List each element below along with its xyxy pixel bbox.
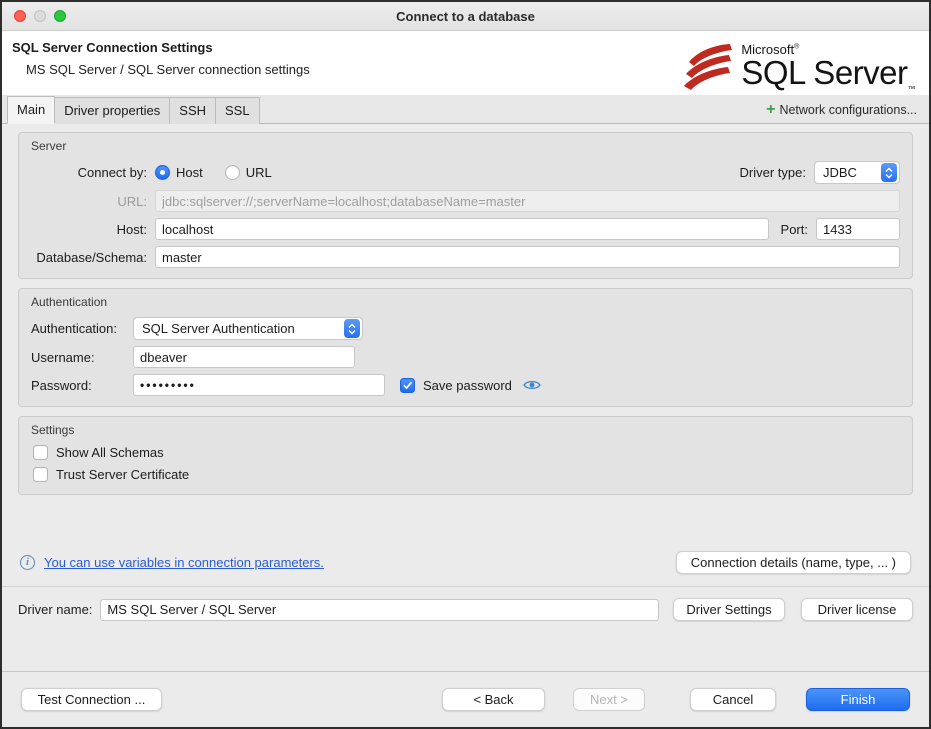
page-title: SQL Server Connection Settings bbox=[12, 40, 310, 55]
show-password-eye-icon[interactable] bbox=[523, 379, 541, 391]
url-row: URL: bbox=[31, 190, 900, 212]
connect-by-row: Connect by: Host URL Driver type: JDBC bbox=[31, 161, 900, 184]
driver-type-value: JDBC bbox=[823, 165, 881, 180]
show-all-schemas-row: Show All Schemas bbox=[33, 445, 900, 460]
trust-server-certificate-label[interactable]: Trust Server Certificate bbox=[56, 467, 189, 482]
settings-group-label: Settings bbox=[31, 423, 900, 437]
driver-settings-button[interactable]: Driver Settings bbox=[673, 598, 785, 621]
authentication-method-select[interactable]: SQL Server Authentication bbox=[133, 317, 363, 340]
titlebar: Connect to a database bbox=[2, 2, 929, 31]
username-label: Username: bbox=[31, 350, 133, 365]
url-label: URL: bbox=[31, 194, 147, 209]
logo-product: SQL Server™ bbox=[741, 56, 915, 94]
password-row: Password: Save password bbox=[31, 374, 900, 396]
settings-group: Settings Show All Schemas Trust Server C… bbox=[18, 416, 913, 495]
host-label: Host: bbox=[31, 222, 147, 237]
driver-name-row: Driver name: Driver Settings Driver lice… bbox=[18, 587, 913, 621]
connect-by-host-radio-label[interactable]: Host bbox=[176, 165, 203, 180]
sql-server-logo-text: Microsoft® SQL Server™ bbox=[741, 43, 915, 94]
save-password-checkbox[interactable] bbox=[400, 378, 415, 393]
window-controls bbox=[14, 2, 66, 30]
connect-by-url-radio-label[interactable]: URL bbox=[246, 165, 272, 180]
tab-ssl[interactable]: SSL bbox=[215, 97, 260, 124]
username-row: Username: bbox=[31, 346, 900, 368]
page-subtitle: MS SQL Server / SQL Server connection se… bbox=[26, 62, 310, 77]
connect-by-host-radio[interactable] bbox=[155, 165, 170, 180]
window-title: Connect to a database bbox=[396, 9, 535, 24]
save-password-wrap: Save password bbox=[400, 378, 512, 393]
show-all-schemas-checkbox[interactable] bbox=[33, 445, 48, 460]
port-label: Port: bbox=[781, 222, 808, 237]
plus-icon: + bbox=[766, 104, 775, 116]
authentication-method-row: Authentication: SQL Server Authenticatio… bbox=[31, 317, 900, 340]
connect-to-database-dialog: Connect to a database SQL Server Connect… bbox=[0, 0, 931, 729]
driver-name-input[interactable] bbox=[100, 599, 659, 621]
dialog-footer: Test Connection ... < Back Next > Cancel… bbox=[2, 671, 929, 727]
minimize-window-button[interactable] bbox=[34, 10, 46, 22]
host-row: Host: Port: bbox=[31, 218, 900, 240]
header-text: SQL Server Connection Settings MS SQL Se… bbox=[12, 40, 310, 77]
database-row: Database/Schema: bbox=[31, 246, 900, 268]
database-schema-label: Database/Schema: bbox=[31, 250, 147, 265]
main-content: Server Connect by: Host URL Driver type:… bbox=[2, 124, 929, 671]
save-password-label[interactable]: Save password bbox=[423, 378, 512, 393]
test-connection-button[interactable]: Test Connection ... bbox=[21, 688, 162, 711]
network-configurations-link[interactable]: + Network configurations... bbox=[766, 103, 917, 123]
sql-server-swoosh-icon bbox=[683, 42, 735, 95]
show-all-schemas-label[interactable]: Show All Schemas bbox=[56, 445, 164, 460]
password-input[interactable] bbox=[133, 374, 385, 396]
authentication-group: Authentication Authentication: SQL Serve… bbox=[18, 288, 913, 407]
authentication-group-label: Authentication bbox=[31, 295, 900, 309]
tab-main[interactable]: Main bbox=[7, 96, 55, 124]
cancel-button[interactable]: Cancel bbox=[690, 688, 776, 711]
bottom-gap bbox=[18, 625, 913, 671]
finish-button[interactable]: Finish bbox=[806, 688, 910, 711]
content-spacer bbox=[18, 504, 913, 551]
url-input bbox=[155, 190, 900, 212]
driver-type-wrap: Driver type: JDBC bbox=[740, 161, 900, 184]
server-group-label: Server bbox=[31, 139, 900, 153]
trust-server-certificate-row: Trust Server Certificate bbox=[33, 467, 900, 482]
back-button[interactable]: < Back bbox=[442, 688, 545, 711]
connection-details-button[interactable]: Connection details (name, type, ... ) bbox=[676, 551, 911, 574]
sql-server-logo: Microsoft® SQL Server™ bbox=[683, 42, 915, 95]
driver-name-label: Driver name: bbox=[18, 602, 92, 617]
trust-server-certificate-checkbox[interactable] bbox=[33, 467, 48, 482]
info-row: i You can use variables in connection pa… bbox=[20, 551, 911, 574]
authentication-method-label: Authentication: bbox=[31, 321, 133, 336]
driver-type-label: Driver type: bbox=[740, 165, 806, 180]
tab-driver-properties[interactable]: Driver properties bbox=[54, 97, 170, 124]
server-group: Server Connect by: Host URL Driver type:… bbox=[18, 132, 913, 279]
authentication-method-value: SQL Server Authentication bbox=[142, 321, 344, 336]
database-schema-input[interactable] bbox=[155, 246, 900, 268]
variables-hint-link[interactable]: You can use variables in connection para… bbox=[44, 555, 324, 570]
network-configurations-label: Network configurations... bbox=[779, 103, 917, 117]
tabbar: Main Driver properties SSH SSL + Network… bbox=[2, 95, 929, 124]
connect-by-label: Connect by: bbox=[31, 165, 147, 180]
select-stepper-icon bbox=[881, 163, 897, 182]
port-input[interactable] bbox=[816, 218, 900, 240]
next-button: Next > bbox=[573, 688, 645, 711]
connect-by-url-radio[interactable] bbox=[225, 165, 240, 180]
password-label: Password: bbox=[31, 378, 133, 393]
username-input[interactable] bbox=[133, 346, 355, 368]
host-input[interactable] bbox=[155, 218, 769, 240]
dialog-header: SQL Server Connection Settings MS SQL Se… bbox=[2, 31, 929, 95]
tab-ssh[interactable]: SSH bbox=[169, 97, 216, 124]
close-window-button[interactable] bbox=[14, 10, 26, 22]
zoom-window-button[interactable] bbox=[54, 10, 66, 22]
driver-type-select[interactable]: JDBC bbox=[814, 161, 900, 184]
select-stepper-icon bbox=[344, 319, 360, 338]
info-icon: i bbox=[20, 555, 35, 570]
driver-license-button[interactable]: Driver license bbox=[801, 598, 913, 621]
